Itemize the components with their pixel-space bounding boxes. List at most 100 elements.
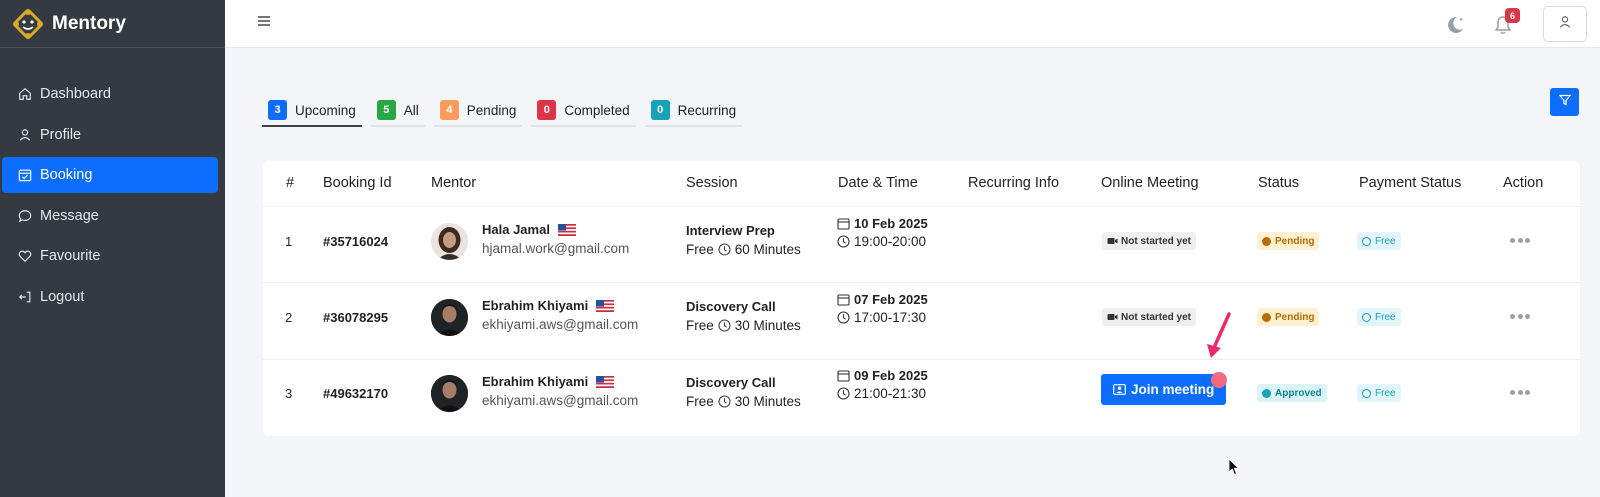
booking-id[interactable]: #49632170: [323, 386, 388, 401]
booking-date: 10 Feb 2025: [854, 216, 928, 231]
calendar-check-icon: [18, 168, 32, 182]
booking-id[interactable]: #36078295: [323, 310, 388, 325]
bookings-table: # Booking Id Mentor Session Date & Time …: [263, 161, 1580, 436]
brand[interactable]: Mentory: [0, 0, 225, 48]
clock-icon: [1362, 312, 1371, 322]
mentor-avatar[interactable]: [431, 299, 468, 336]
row-number: 3: [285, 386, 293, 401]
mentor-email: ekhiyami.aws@gmail.com: [482, 393, 639, 408]
sidebar: Mentory Dashboard Profile Booking Messag…: [0, 0, 225, 497]
mouse-cursor-icon: [1228, 458, 1240, 481]
us-flag-icon: [557, 223, 576, 236]
join-meeting-label: Join meeting: [1131, 382, 1215, 397]
booking-date: 07 Feb 2025: [854, 292, 928, 307]
column-header-meeting: Online Meeting: [1101, 175, 1199, 191]
column-header-action: Action: [1503, 175, 1544, 191]
row-divider: [263, 282, 1580, 283]
column-header-payment: Payment Status: [1359, 175, 1462, 191]
booking-id[interactable]: #35716024: [323, 234, 388, 249]
clock-icon: [1262, 236, 1271, 246]
booking-time: 17:00-17:30: [854, 310, 927, 325]
payment-status-text: Free: [1375, 311, 1396, 323]
tab-label: Pending: [466, 102, 517, 118]
column-header-status: Status: [1258, 175, 1300, 191]
session-details: Free 30 Minutes: [686, 394, 801, 409]
mentor-info: Ebrahim Khiyami ekhiyami.aws@gmail.com: [482, 374, 638, 408]
sidebar-item-label: Logout: [40, 288, 85, 305]
column-header-mentor: Mentor: [431, 175, 477, 191]
mentor-info: Ebrahim Khiyami ekhiyami.aws@gmail.com: [482, 298, 638, 332]
column-header-session: Session: [686, 175, 738, 191]
session-price: Free: [686, 394, 714, 409]
tab-count-badge: 3: [268, 100, 287, 120]
datetime-info: 07 Feb 2025 17:00-17:30: [837, 292, 928, 325]
mentor-name[interactable]: Ebrahim Khiyami: [482, 298, 588, 313]
mentor-name-line: Ebrahim Khiyami: [482, 374, 638, 389]
tab-pending[interactable]: 4 Pending: [433, 95, 523, 127]
video-off-icon: [1107, 313, 1118, 321]
tab-all[interactable]: 5 All: [370, 95, 425, 127]
session-duration: 30 Minutes: [734, 394, 801, 409]
more-actions-icon[interactable]: [1510, 238, 1530, 244]
meeting-status-badge: Not started yet: [1102, 232, 1197, 250]
clock-icon: [718, 319, 731, 332]
heart-icon: [18, 249, 32, 263]
mentor-email: ekhiyami.aws@gmail.com: [482, 317, 639, 332]
topbar: 6: [225, 0, 1600, 48]
mentor-avatar[interactable]: [431, 375, 468, 412]
check-circle-icon: [1262, 388, 1271, 398]
session-details: Free 60 Minutes: [686, 242, 801, 257]
tab-label: All: [403, 102, 419, 118]
home-icon: [18, 87, 32, 101]
notification-count-badge: 6: [1505, 8, 1520, 23]
dark-mode-toggle-icon[interactable]: [1444, 14, 1466, 36]
hamburger-menu-icon[interactable]: [257, 14, 271, 28]
sidebar-item-dashboard[interactable]: Dashboard: [2, 76, 218, 112]
video-call-icon: [1113, 384, 1126, 395]
filter-button[interactable]: [1550, 88, 1579, 116]
mentor-name[interactable]: Hala Jamal: [482, 222, 550, 237]
session-price: Free: [686, 318, 714, 333]
tab-upcoming[interactable]: 3 Upcoming: [262, 95, 362, 127]
more-actions-icon[interactable]: [1510, 390, 1530, 396]
payment-status-badge: Free: [1357, 384, 1401, 402]
tab-completed[interactable]: 0 Completed: [531, 95, 636, 127]
sidebar-item-message[interactable]: Message: [2, 198, 218, 234]
session-price: Free: [686, 242, 714, 257]
calendar-icon: [837, 217, 850, 230]
booking-date: 09 Feb 2025: [854, 368, 928, 383]
column-header-datetime: Date & Time: [838, 175, 918, 191]
time-line: 21:00-21:30: [837, 386, 928, 401]
sidebar-item-label: Favourite: [40, 248, 101, 264]
clock-icon: [718, 395, 731, 408]
more-actions-icon[interactable]: [1510, 314, 1530, 320]
session-title: Interview Prep: [686, 223, 775, 238]
meeting-status-text: Not started yet: [1121, 235, 1192, 247]
logout-icon: [18, 290, 32, 304]
row-divider: [263, 359, 1580, 360]
payment-status-badge: Free: [1357, 308, 1401, 326]
booking-time: 21:00-21:30: [854, 386, 927, 401]
column-header-booking-id: Booking Id: [323, 175, 392, 191]
date-line: 10 Feb 2025: [837, 216, 928, 231]
sidebar-item-favourite[interactable]: Favourite: [2, 238, 218, 274]
tab-recurring[interactable]: 0 Recurring: [644, 95, 743, 127]
calendar-icon: [837, 293, 850, 306]
mentor-name[interactable]: Ebrahim Khiyami: [482, 374, 588, 389]
filter-icon: [1558, 93, 1571, 111]
calendar-icon: [837, 369, 850, 382]
sidebar-item-booking[interactable]: Booking: [2, 157, 218, 193]
join-meeting-button[interactable]: Join meeting: [1101, 374, 1227, 405]
user-menu-button[interactable]: [1543, 6, 1587, 42]
clock-icon: [837, 311, 850, 324]
sidebar-item-label: Profile: [40, 126, 82, 143]
clock-icon: [1362, 388, 1371, 398]
tab-label: Upcoming: [295, 102, 356, 118]
status-text: Pending: [1275, 235, 1315, 247]
clock-icon: [718, 243, 731, 256]
sidebar-item-profile[interactable]: Profile: [2, 117, 218, 153]
sidebar-item-logout[interactable]: Logout: [2, 279, 218, 315]
mentor-name-line: Ebrahim Khiyami: [482, 298, 638, 313]
column-header-number: #: [286, 175, 295, 191]
mentor-avatar[interactable]: [431, 223, 468, 260]
